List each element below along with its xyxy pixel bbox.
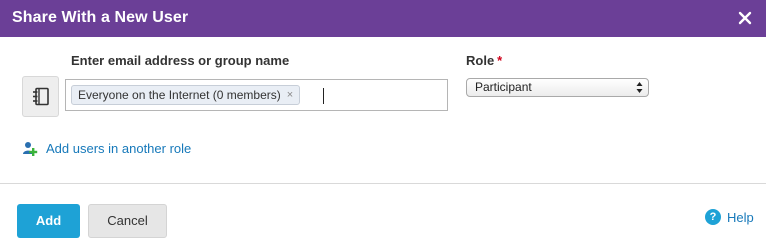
address-book-icon xyxy=(33,87,49,106)
help-link[interactable]: ? Help xyxy=(705,209,754,225)
recipient-input[interactable]: Everyone on the Internet (0 members) × xyxy=(65,79,448,111)
add-users-in-another-role-link[interactable]: Add users in another role xyxy=(22,140,191,156)
role-label: Role xyxy=(466,53,495,68)
role-label-group: Role * xyxy=(466,53,502,68)
address-book-button[interactable] xyxy=(22,76,59,117)
add-role-label: Add users in another role xyxy=(46,140,192,156)
select-arrows-icon xyxy=(636,82,643,93)
add-button[interactable]: Add xyxy=(17,204,80,238)
help-label: Help xyxy=(727,209,754,225)
close-icon[interactable] xyxy=(735,8,755,28)
text-caret xyxy=(323,88,324,104)
add-user-icon xyxy=(23,142,38,156)
cancel-button[interactable]: Cancel xyxy=(88,204,167,238)
dialog-header: Share With a New User xyxy=(0,0,766,37)
dialog-title: Share With a New User xyxy=(12,9,189,26)
help-icon: ? xyxy=(705,209,721,225)
role-select[interactable]: Participant xyxy=(466,78,649,97)
token-label: Everyone on the Internet (0 members) xyxy=(78,88,281,102)
remove-token-icon[interactable]: × xyxy=(287,86,293,104)
footer-divider xyxy=(0,183,766,184)
recipient-label: Enter email address or group name xyxy=(71,53,290,68)
required-marker: * xyxy=(497,53,503,68)
role-select-value: Participant xyxy=(475,80,532,94)
recipient-token: Everyone on the Internet (0 members) × xyxy=(71,85,301,105)
